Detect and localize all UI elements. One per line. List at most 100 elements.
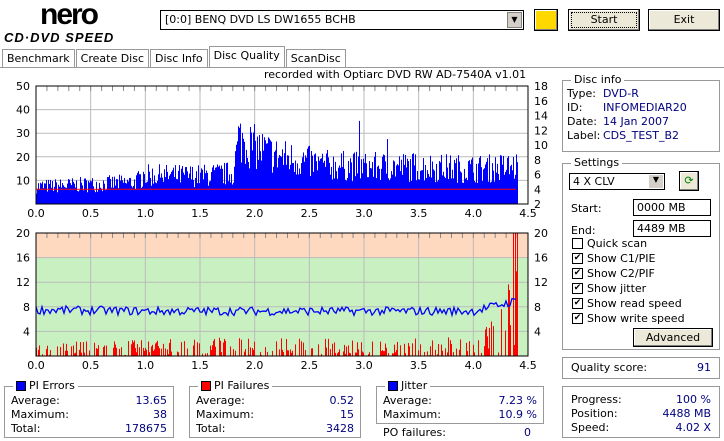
pi-error-bar bbox=[466, 177, 467, 204]
pi-error-bar bbox=[440, 162, 441, 204]
pi-failure-bar bbox=[181, 342, 182, 356]
pi-error-bar bbox=[413, 153, 414, 204]
chevron-down-icon[interactable]: ▼ bbox=[649, 175, 663, 188]
pi-error-bar bbox=[478, 163, 479, 204]
start-input[interactable]: 0000 MB bbox=[633, 199, 711, 216]
checkbox-box[interactable]: ✔ bbox=[572, 298, 583, 309]
pi-error-bar bbox=[449, 163, 450, 204]
pi-failure-bar bbox=[513, 233, 514, 356]
settings-title: Settings bbox=[571, 156, 623, 169]
eject-icon[interactable] bbox=[534, 9, 558, 31]
checkbox-box[interactable]: ✔ bbox=[572, 268, 583, 279]
pi-error-bar bbox=[456, 158, 457, 204]
pi-error-bar bbox=[390, 178, 391, 204]
pi-error-bar bbox=[232, 184, 233, 204]
pi-failure-bar bbox=[89, 350, 90, 356]
drive-select[interactable]: [0:0] BENQ DVD LS DW1655 BCHB ▼ bbox=[160, 10, 524, 30]
tab-create-disc[interactable]: Create Disc bbox=[75, 49, 150, 68]
pi-error-bar bbox=[210, 180, 211, 204]
pi-failure-bar bbox=[338, 351, 339, 356]
pi-error-bar bbox=[475, 182, 476, 204]
pi-error-bar bbox=[482, 181, 483, 204]
advanced-button[interactable]: Advanced bbox=[633, 328, 713, 347]
checkbox-box[interactable]: ✔ bbox=[572, 253, 583, 264]
pi-error-bar bbox=[38, 183, 39, 204]
tab-disc-quality[interactable]: Disc Quality bbox=[208, 46, 285, 68]
checkbox-show-read-speed[interactable]: ✔ Show read speed bbox=[572, 296, 685, 311]
pi-error-bar bbox=[97, 191, 98, 204]
pi-failure-bar bbox=[498, 352, 499, 356]
pi-error-bar bbox=[209, 181, 210, 204]
pi-failure-bar bbox=[212, 345, 213, 356]
speed-select[interactable]: 4 X CLV ▼ bbox=[569, 173, 665, 190]
checkbox-show-write-speed[interactable]: ✔ Show write speed bbox=[572, 311, 685, 326]
pi-failure-bar bbox=[510, 325, 511, 356]
tab-bar: Benchmark Create Disc Disc Info Disc Qua… bbox=[2, 46, 347, 68]
checkbox-show-jitter[interactable]: ✔ Show jitter bbox=[572, 281, 685, 296]
tab-disc-info[interactable]: Disc Info bbox=[150, 49, 208, 68]
y-tick-label: 8 bbox=[23, 301, 30, 314]
pi-error-bar bbox=[480, 156, 481, 204]
pi-failure-bar bbox=[65, 350, 66, 356]
pi-failure-bar bbox=[311, 348, 312, 356]
pi-error-bar bbox=[503, 155, 504, 204]
pi-error-bar bbox=[381, 168, 382, 204]
pi-failure-bar bbox=[352, 340, 353, 356]
pi-error-bar bbox=[182, 166, 183, 204]
exit-button[interactable]: Exit bbox=[648, 9, 720, 31]
disc-info-row: ID: INFOMEDIAR20 bbox=[567, 101, 715, 115]
pi-error-bar bbox=[513, 156, 514, 204]
start-button[interactable]: Start bbox=[568, 9, 640, 31]
checkbox-show-c1-pie[interactable]: ✔ Show C1/PIE bbox=[572, 251, 685, 266]
tab-scandisc[interactable]: ScanDisc bbox=[285, 49, 346, 68]
y2-tick-label: 12 bbox=[534, 276, 548, 289]
pi-failure-bar bbox=[71, 346, 72, 356]
pi-error-bar bbox=[101, 188, 102, 204]
x-tick-label: 1.5 bbox=[191, 207, 209, 220]
pi-error-bar bbox=[362, 173, 363, 204]
pi-failure-bar bbox=[137, 344, 138, 356]
pi-error-bar bbox=[400, 171, 401, 204]
pi-failure-bar bbox=[412, 343, 413, 356]
y2-tick-label: 8 bbox=[534, 301, 541, 314]
pi-error-bar bbox=[459, 161, 460, 204]
pi-error-bar bbox=[331, 166, 332, 204]
pi-failure-bar bbox=[509, 290, 510, 356]
checkbox-box[interactable] bbox=[572, 238, 583, 249]
pi-error-bar bbox=[322, 153, 323, 204]
checkbox-show-c2-pif[interactable]: ✔ Show C2/PIF bbox=[572, 266, 685, 281]
pi-error-bar bbox=[162, 177, 163, 204]
pi-error-bar bbox=[133, 185, 134, 204]
pi-failure-bar bbox=[66, 343, 67, 356]
pi-error-bar bbox=[202, 169, 203, 204]
pi-error-bar bbox=[233, 182, 234, 204]
pi-error-bar bbox=[354, 152, 355, 204]
pi-failure-bar bbox=[330, 349, 331, 356]
pi-failure-bar bbox=[169, 342, 170, 356]
chevron-down-icon[interactable]: ▼ bbox=[507, 12, 522, 28]
pi-error-bar bbox=[508, 156, 509, 204]
y-tick-label: 20 bbox=[16, 151, 30, 164]
y-tick-label: 20 bbox=[16, 227, 30, 240]
pi-error-bar bbox=[373, 176, 374, 204]
pi-error-bar bbox=[224, 162, 225, 204]
checkbox-quick-scan[interactable]: Quick scan bbox=[572, 236, 685, 251]
tab-benchmark[interactable]: Benchmark bbox=[2, 49, 75, 68]
pi-error-bar bbox=[266, 143, 267, 204]
pi-error-bar bbox=[151, 185, 152, 204]
x-tick-label: 0.5 bbox=[82, 207, 100, 220]
end-input[interactable]: 4489 MB bbox=[633, 220, 711, 237]
pi-error-bar bbox=[112, 176, 113, 204]
pi-error-bar bbox=[58, 184, 59, 204]
pi-failure-bar bbox=[221, 352, 222, 356]
refresh-icon[interactable]: ⟳ bbox=[679, 171, 699, 191]
stat-row: Average: 7.23 % bbox=[383, 394, 537, 408]
checkbox-box[interactable]: ✔ bbox=[572, 283, 583, 294]
checkbox-box[interactable]: ✔ bbox=[572, 313, 583, 324]
x-tick-label: 1.5 bbox=[191, 359, 209, 372]
pi-failure-bar bbox=[154, 349, 155, 356]
y-tick-label: 40 bbox=[16, 104, 30, 117]
pi-error-bar bbox=[435, 182, 436, 204]
pi-failure-bar bbox=[404, 343, 405, 356]
pi-error-bar bbox=[299, 168, 300, 204]
